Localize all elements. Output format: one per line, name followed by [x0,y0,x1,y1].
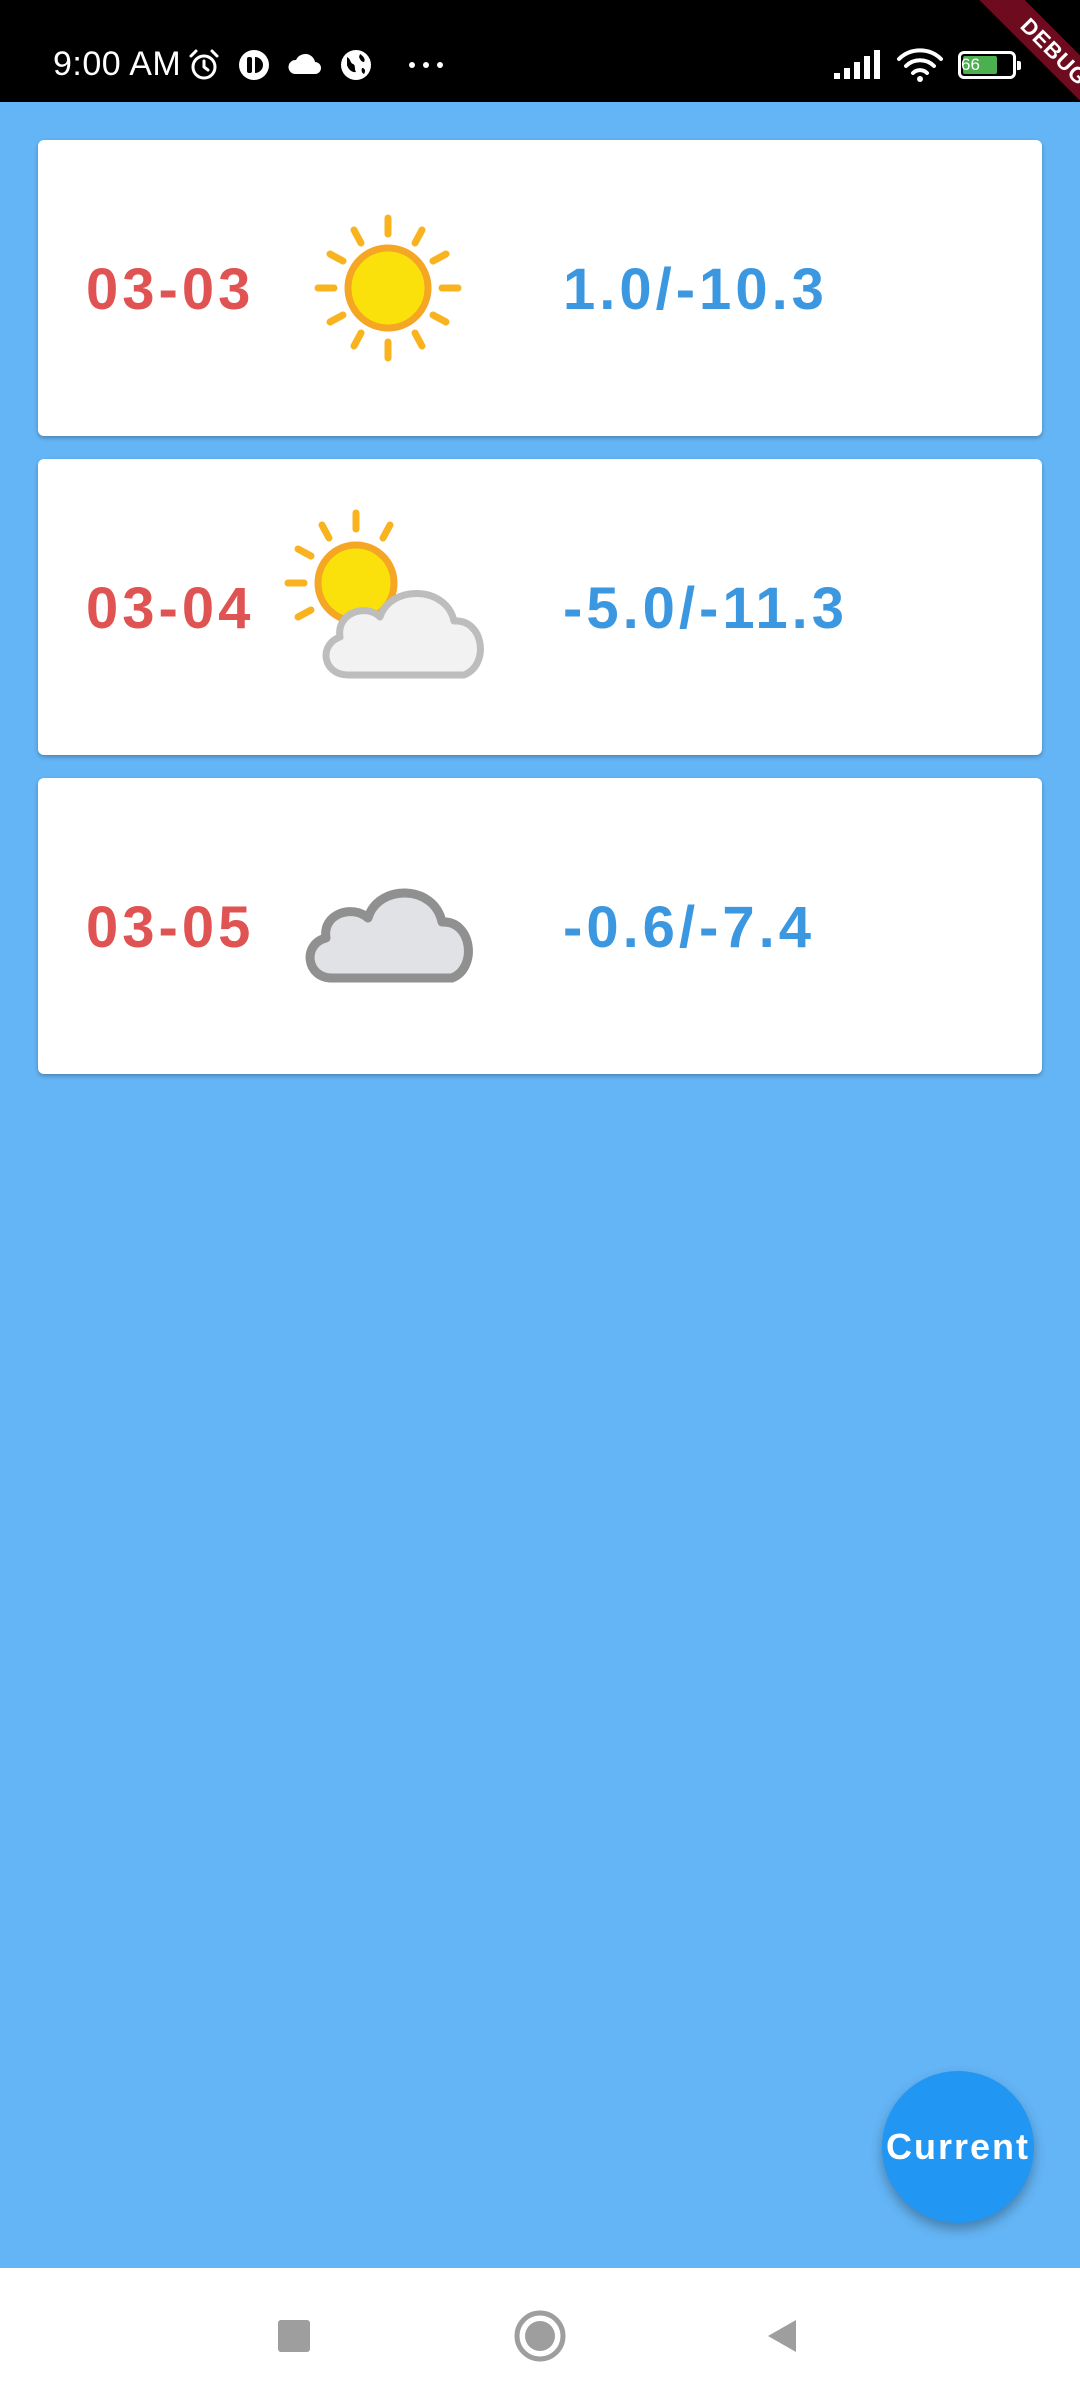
navigation-bar [0,2268,1080,2400]
back-triangle-icon[interactable] [752,2306,812,2366]
app-notification-icon [236,47,272,83]
wifi-icon [896,47,944,83]
status-time: 9:00 AM [53,45,182,83]
forecast-temperature: 1.0/-10.3 [563,257,828,322]
app-screen: 9:00 AM 66 DEBUG 03-03 1.0/-10.3 03-04 -… [0,0,1080,2400]
forecast-date: 03-04 [86,576,255,641]
forecast-temperature: -5.0/-11.3 [563,576,849,641]
status-icons-left [186,46,446,84]
forecast-card[interactable]: 03-03 1.0/-10.3 [38,140,1042,436]
cloud-icon [286,47,324,83]
forecast-list: 03-03 1.0/-10.3 03-04 -5.0/-11.3 03-05 -… [38,140,1042,1097]
forecast-date: 03-05 [86,895,255,960]
recents-square-icon[interactable] [264,2306,324,2366]
sunny-icon [288,200,488,376]
more-dots-icon [406,47,446,83]
partly-cloudy-icon [278,505,508,685]
forecast-date: 03-03 [86,257,255,322]
status-bar: 9:00 AM 66 [0,0,1080,102]
current-button[interactable]: Current [882,2071,1034,2223]
alarm-icon [186,47,222,83]
globe-icon [338,47,374,83]
battery-level: 66 [961,55,980,74]
status-icons-right: 66 [832,46,1021,84]
home-circle-icon[interactable] [510,2306,570,2366]
forecast-temperature: -0.6/-7.4 [563,895,815,960]
forecast-card[interactable]: 03-04 -5.0/-11.3 [38,459,1042,755]
cloudy-icon [288,838,488,1014]
battery-icon: 66 [958,51,1021,79]
forecast-card[interactable]: 03-05 -0.6/-7.4 [38,778,1042,1074]
signal-icon [832,47,882,83]
